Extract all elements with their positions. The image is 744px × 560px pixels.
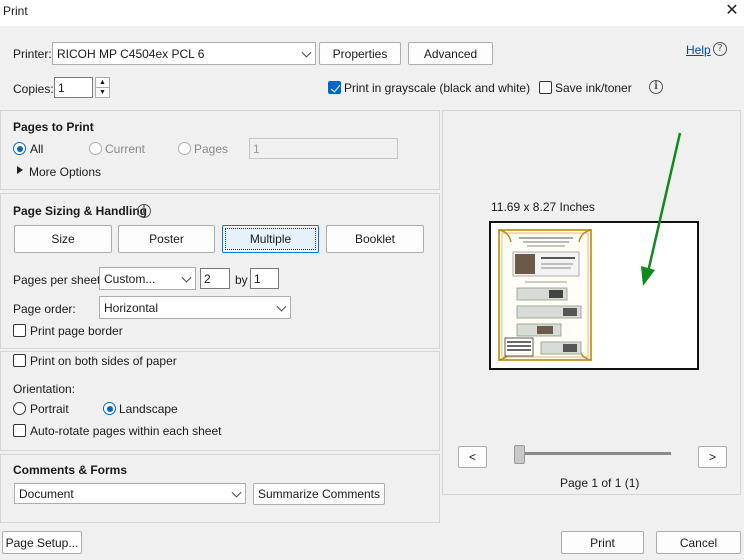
previous-page-button[interactable]: < xyxy=(458,446,487,468)
page-count-label: Page 1 of 1 (1) xyxy=(560,476,640,490)
page-setup-button[interactable]: Page Setup... xyxy=(2,531,82,554)
page-slider-thumb[interactable] xyxy=(514,445,525,464)
print-button[interactable]: Print xyxy=(561,531,644,554)
page-slider-track[interactable] xyxy=(520,452,671,455)
cancel-button[interactable]: Cancel xyxy=(656,531,741,554)
next-page-button[interactable]: > xyxy=(698,446,727,468)
